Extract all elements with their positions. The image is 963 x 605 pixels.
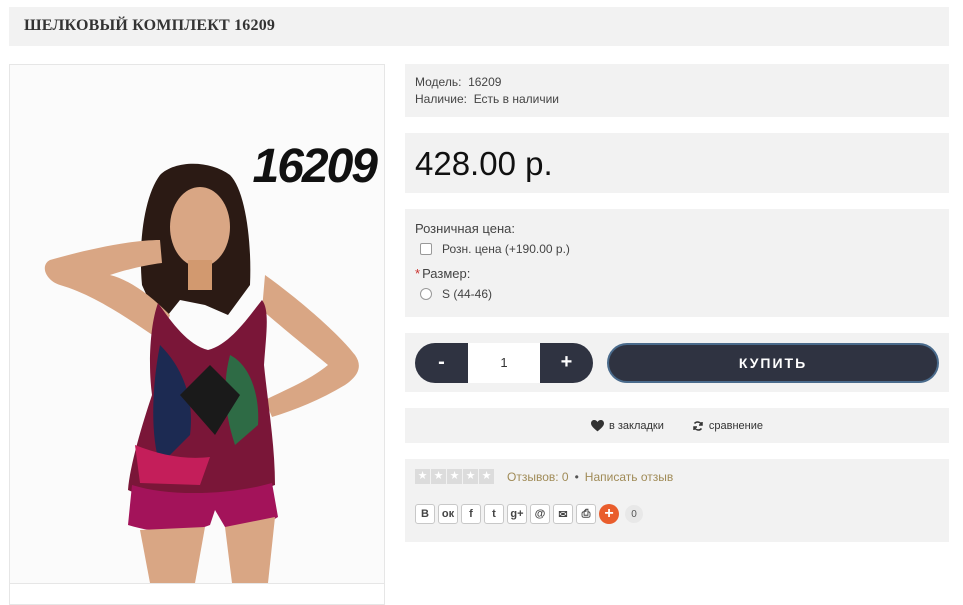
google-plus-share-icon[interactable]: g+ — [507, 504, 527, 524]
model-label: Модель: — [415, 75, 462, 89]
buy-button[interactable]: КУПИТЬ — [607, 342, 939, 383]
quantity-plus-button[interactable]: + — [540, 342, 593, 383]
quantity-minus-button[interactable]: - — [415, 342, 468, 383]
wishlist-label: в закладки — [608, 419, 664, 432]
quantity-input[interactable] — [468, 342, 540, 383]
buy-panel: - + КУПИТЬ — [405, 333, 949, 392]
size-label-row: * Размер: — [415, 266, 939, 281]
product-image-box[interactable]: 16209 — [9, 64, 385, 605]
product-photo[interactable]: 16209 — [10, 65, 384, 583]
image-divider — [10, 583, 384, 584]
model-value: 16209 — [468, 75, 502, 89]
options-panel: Розничная цена: Розн. цена (+190.00 р.) … — [405, 209, 949, 317]
quantity-stepper: - + — [415, 342, 593, 383]
product-title: ШЕЛКОВЫЙ КОМПЛЕКТ 16209 — [24, 17, 276, 34]
size-option-label: S (44-46) — [442, 287, 493, 301]
share-row: В ок f t g+ @ ✉ ⎙ + 0 — [415, 504, 939, 524]
email-share-icon[interactable]: ✉ — [553, 504, 573, 524]
mail-ru-share-icon[interactable]: @ — [530, 504, 550, 524]
product-info-panel: Модель: 16209 Наличие: Есть в наличии — [405, 64, 949, 117]
separator-dot: • — [574, 469, 579, 484]
price-panel: 428.00 р. — [405, 133, 949, 193]
availability-row: Наличие: Есть в наличии — [415, 91, 939, 108]
required-mark: * — [415, 266, 421, 281]
size-option[interactable]: S (44-46) — [420, 287, 939, 301]
retail-price-checkbox[interactable] — [420, 243, 432, 255]
refresh-icon — [693, 420, 703, 431]
star-icon: ★ — [447, 469, 462, 484]
model-row: Модель: 16209 — [415, 74, 939, 91]
twitter-share-icon[interactable]: t — [484, 504, 504, 524]
more-share-button[interactable]: + — [599, 504, 619, 524]
print-icon[interactable]: ⎙ — [576, 504, 596, 524]
retail-price-option-label: Розн. цена (+190.00 р.) — [442, 242, 570, 256]
star-icon: ★ — [479, 469, 494, 484]
share-count: 0 — [625, 505, 643, 523]
reviews-count-link[interactable]: Отзывов: 0 — [507, 470, 569, 484]
odnoklassniki-share-icon[interactable]: ок — [438, 504, 458, 524]
reviews-panel: ★ ★ ★ ★ ★ Отзывов: 0 • Написать отзыв В … — [405, 459, 949, 542]
retail-price-label: Розничная цена: — [415, 221, 515, 236]
heart-icon — [590, 419, 604, 431]
product-image-sku: 16209 — [252, 140, 378, 193]
wishlist-compare-panel: в закладки сравнение — [405, 408, 949, 443]
write-review-link[interactable]: Написать отзыв — [585, 470, 673, 484]
facebook-share-icon[interactable]: f — [461, 504, 481, 524]
vk-share-icon[interactable]: В — [415, 504, 435, 524]
star-icon: ★ — [415, 469, 430, 484]
retail-price-option[interactable]: Розн. цена (+190.00 р.) — [420, 242, 939, 256]
compare-label: сравнение — [708, 419, 764, 432]
compare-link[interactable]: сравнение — [692, 420, 763, 432]
star-icon: ★ — [463, 469, 478, 484]
product-price: 428.00 р. — [415, 145, 553, 182]
size-radio[interactable] — [420, 288, 432, 300]
title-bar: ШЕЛКОВЫЙ КОМПЛЕКТ 16209 — [9, 7, 949, 46]
availability-value: Есть в наличии — [473, 92, 560, 106]
wishlist-link[interactable]: в закладки — [590, 419, 664, 432]
size-label: Размер: — [422, 266, 471, 281]
star-icon: ★ — [431, 469, 446, 484]
rating-row: ★ ★ ★ ★ ★ Отзывов: 0 • Написать отзыв — [415, 469, 939, 484]
rating-stars: ★ ★ ★ ★ ★ — [415, 469, 495, 484]
availability-label: Наличие: — [415, 92, 468, 106]
